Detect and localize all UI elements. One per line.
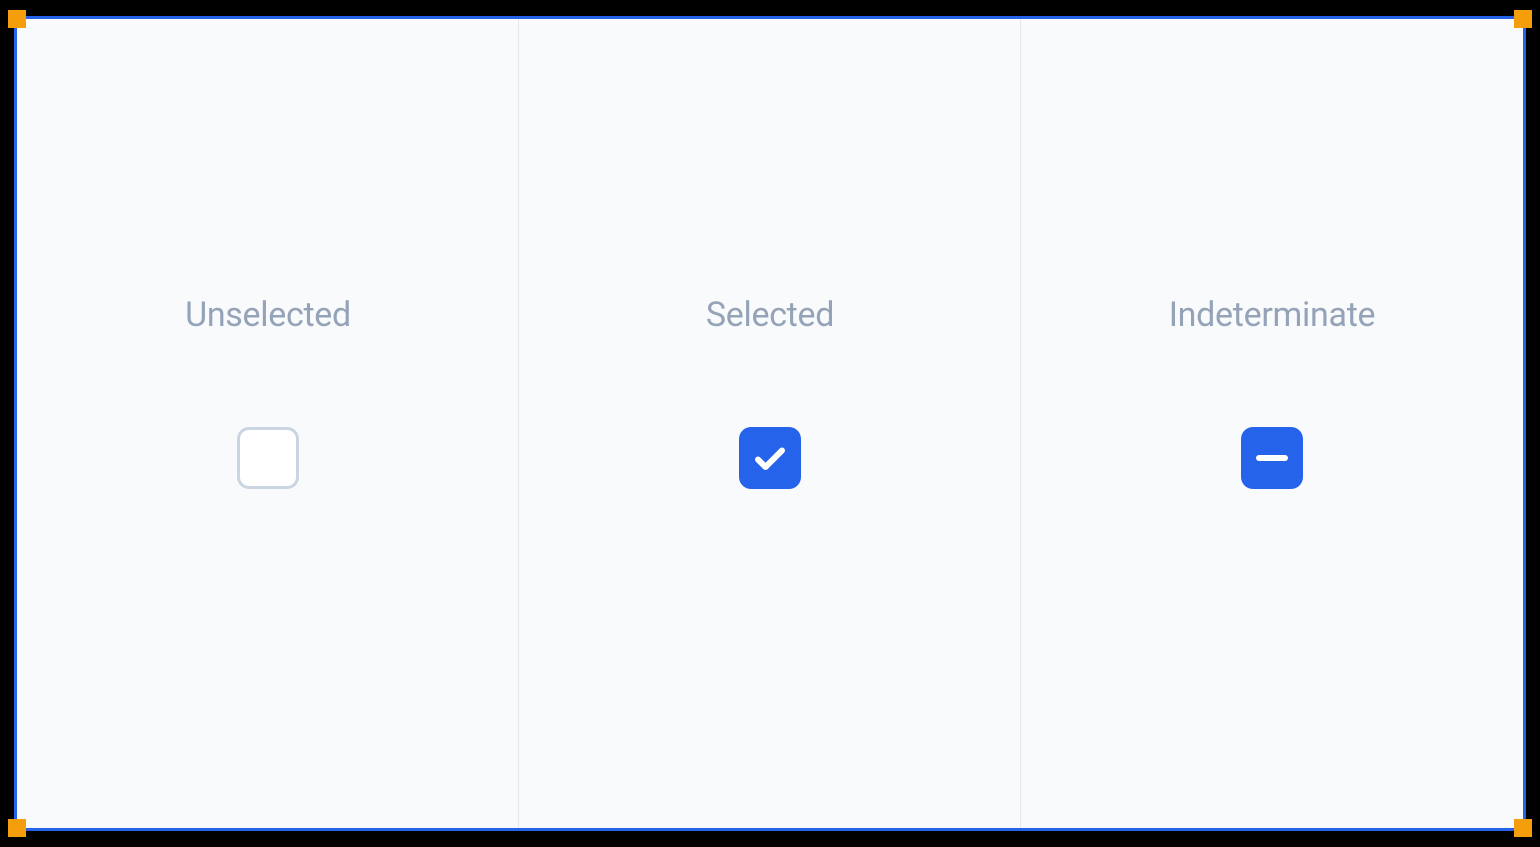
- checkbox-wrapper-indeterminate: [1241, 427, 1303, 489]
- selection-handle-bottom-right[interactable]: [1514, 819, 1532, 837]
- checkbox-unselected[interactable]: [237, 427, 299, 489]
- panel-indeterminate: Indeterminate: [1021, 19, 1523, 828]
- checkbox-states-container: Unselected Selected Indeterminate: [17, 19, 1523, 828]
- label-indeterminate: Indeterminate: [1169, 295, 1376, 335]
- checkbox-indeterminate[interactable]: [1241, 427, 1303, 489]
- checkbox-wrapper-unselected: [237, 427, 299, 489]
- panel-unselected: Unselected: [17, 19, 519, 828]
- selection-handle-top-right[interactable]: [1514, 10, 1532, 28]
- selection-handle-bottom-left[interactable]: [8, 819, 26, 837]
- checkbox-wrapper-selected: [739, 427, 801, 489]
- panel-selected: Selected: [519, 19, 1021, 828]
- checkbox-selected[interactable]: [739, 427, 801, 489]
- selection-handle-top-left[interactable]: [8, 10, 26, 28]
- selection-frame[interactable]: Unselected Selected Indeterminate: [14, 16, 1526, 831]
- minus-icon: [1256, 455, 1288, 461]
- check-icon: [752, 440, 788, 476]
- label-unselected: Unselected: [185, 295, 351, 335]
- label-selected: Selected: [706, 295, 834, 335]
